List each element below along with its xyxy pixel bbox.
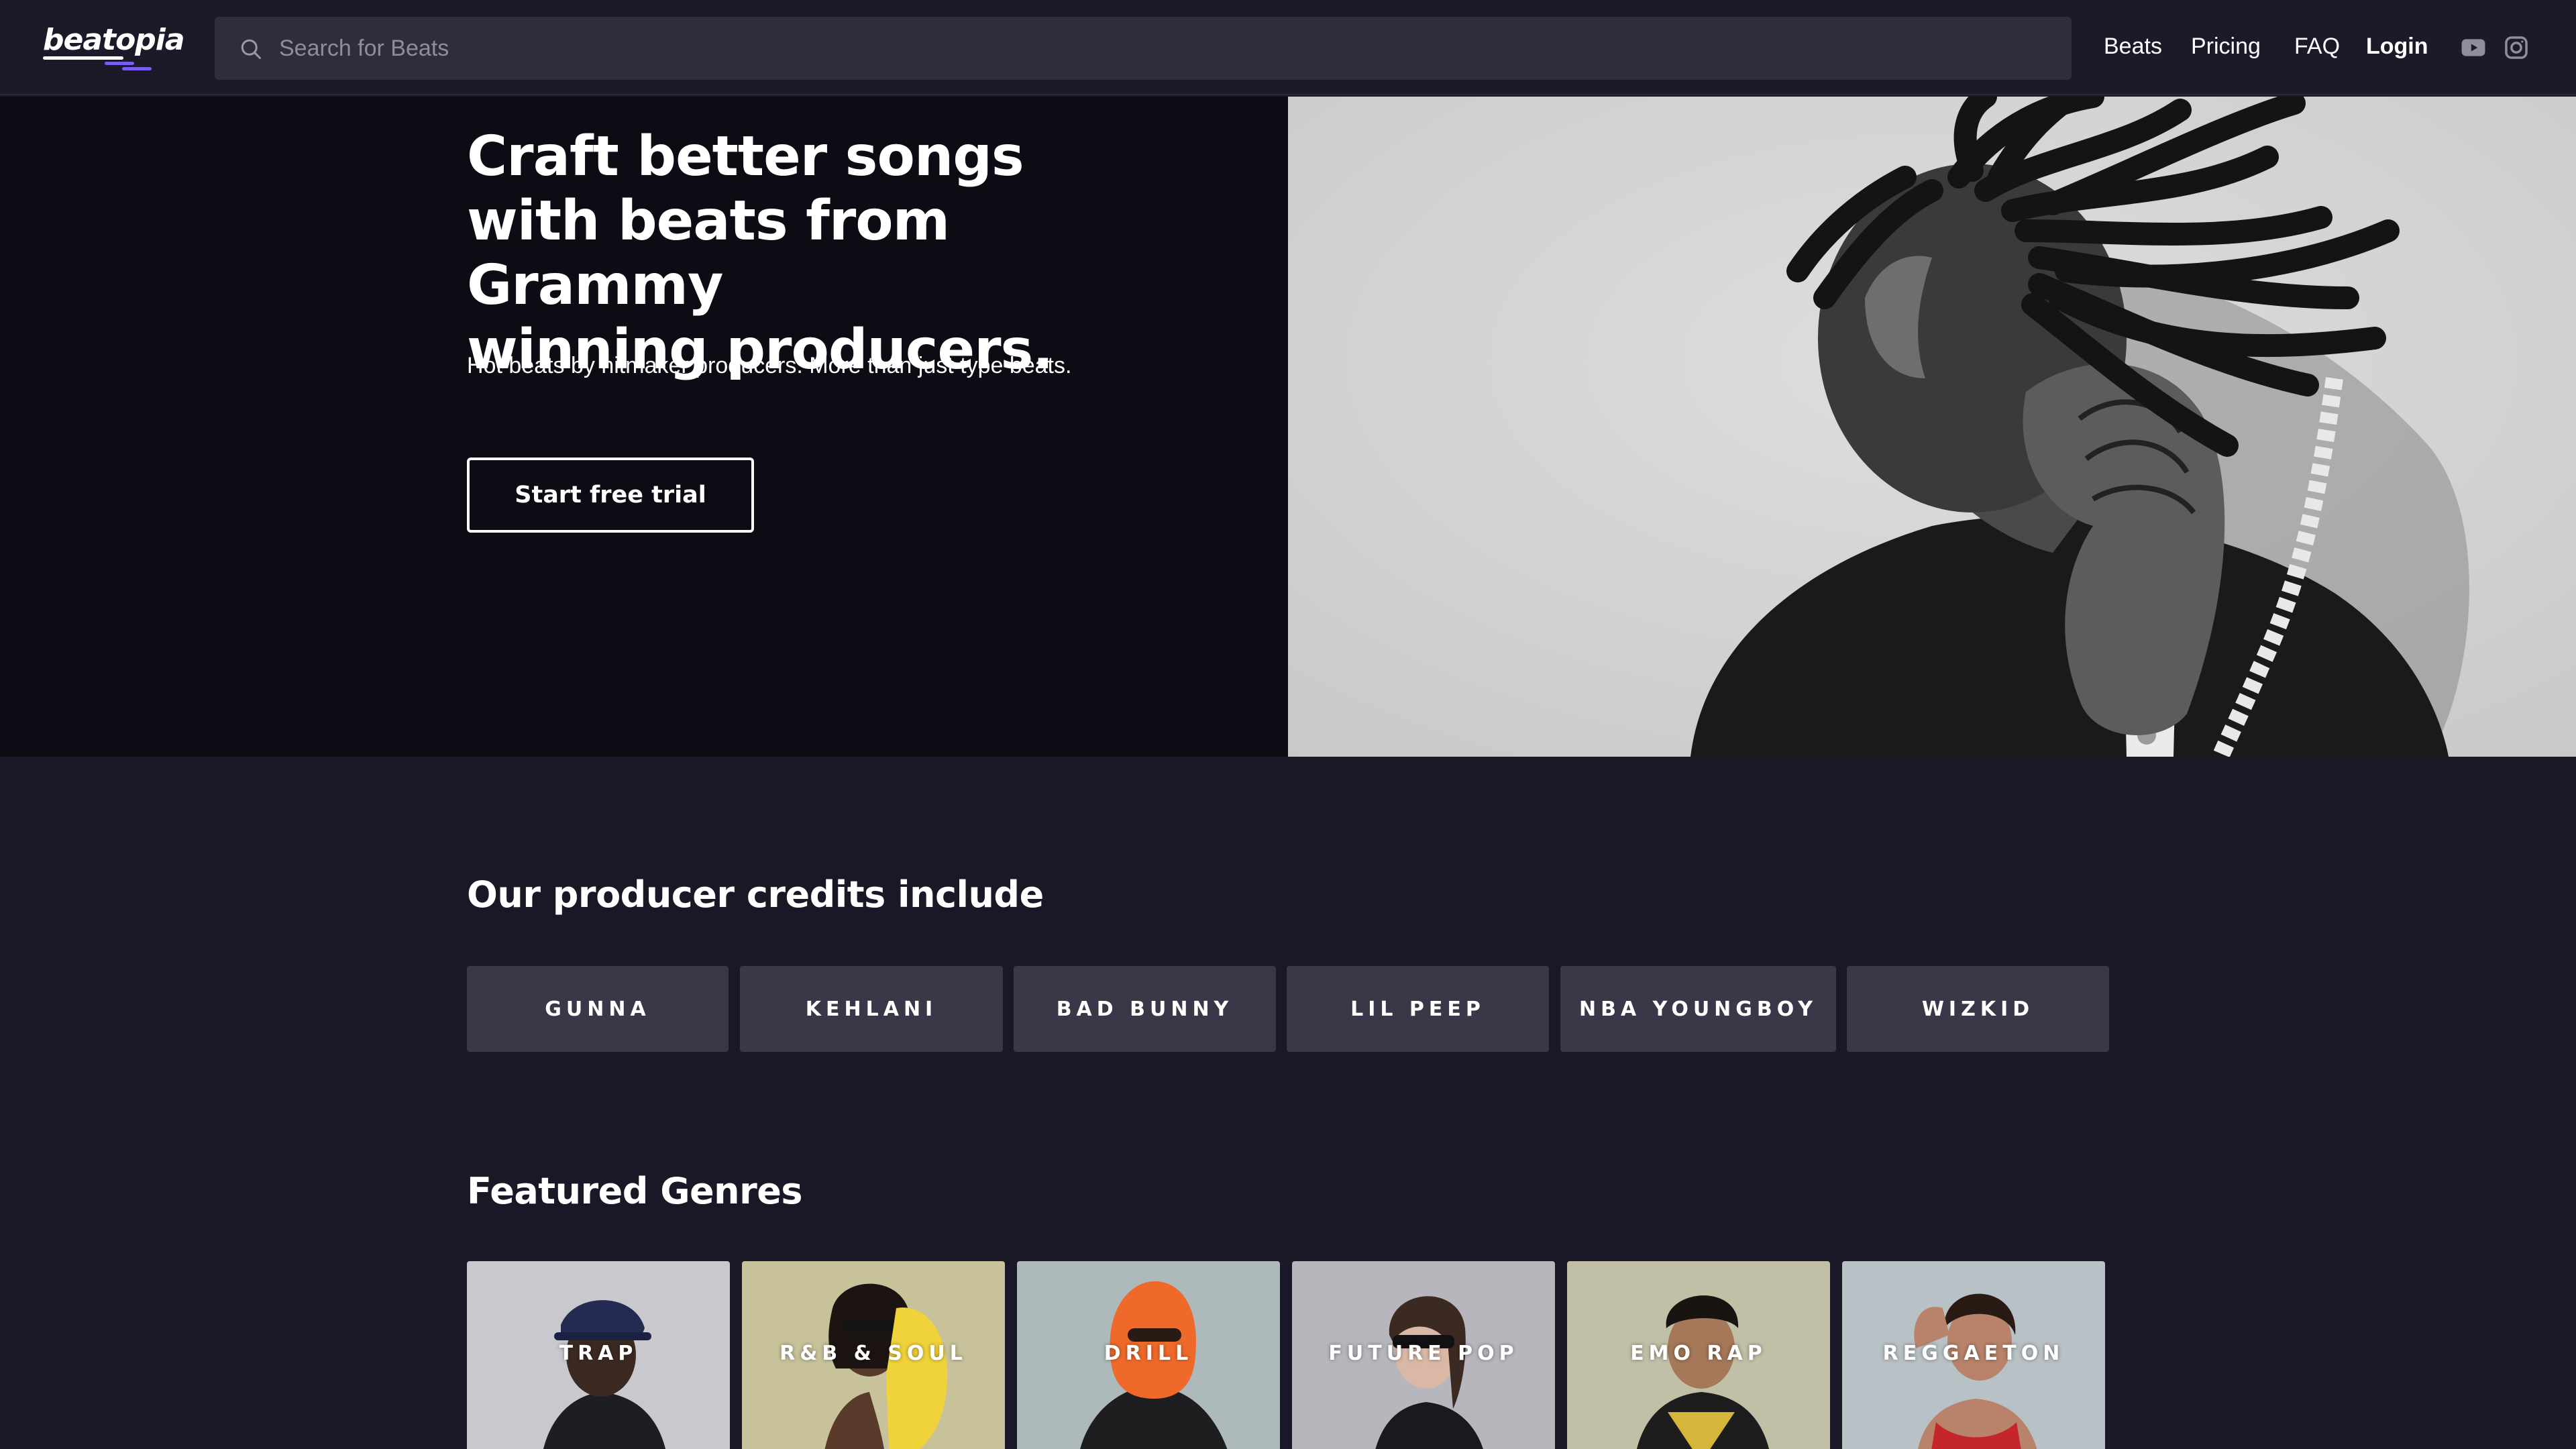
- genre-label: TRAP: [559, 1342, 638, 1365]
- genre-label: DRILL: [1104, 1342, 1193, 1365]
- genre-card-reggaeton[interactable]: REGGAETON: [1842, 1261, 2105, 1449]
- nav-beats-link[interactable]: Beats: [2104, 34, 2162, 60]
- youtube-icon[interactable]: [2461, 35, 2486, 60]
- nav-faq-link[interactable]: FAQ: [2294, 34, 2340, 60]
- nav-login-link[interactable]: Login: [2366, 34, 2428, 60]
- producer-portrait-image: [1288, 97, 2576, 757]
- genre-card-future-pop[interactable]: FUTURE POP: [1292, 1261, 1555, 1449]
- genre-label: R&B & SOUL: [780, 1342, 967, 1365]
- genre-label: REGGAETON: [1882, 1342, 2065, 1365]
- credits-section-title: Our producer credits include: [467, 873, 1044, 916]
- credit-chip[interactable]: LIL PEEP: [1287, 966, 1549, 1052]
- genre-label: FUTURE POP: [1328, 1342, 1519, 1365]
- genre-label: EMO RAP: [1630, 1342, 1767, 1365]
- credit-chip[interactable]: KEHLANI: [740, 966, 1003, 1052]
- top-navigation-bar: beatopia Beats Pricing FAQ Login: [0, 0, 2576, 95]
- credit-chip[interactable]: BAD BUNNY: [1014, 966, 1276, 1052]
- genre-card-trap[interactable]: TRAP: [467, 1261, 730, 1449]
- credit-chip[interactable]: NBA YOUNGBOY: [1560, 966, 1836, 1052]
- logo-accent: [122, 67, 152, 70]
- search-bar[interactable]: [215, 17, 2072, 80]
- genres-section-title: Featured Genres: [467, 1170, 803, 1212]
- logo-underline: [43, 56, 123, 60]
- logo-accent: [105, 62, 134, 65]
- portrait-illustration: [1288, 97, 2576, 757]
- credit-chip[interactable]: WIZKID: [1847, 966, 2109, 1052]
- beatopia-logo[interactable]: beatopia: [43, 23, 185, 70]
- hero-subtitle: Hot beats by hitmaker producers. More th…: [467, 353, 1072, 378]
- search-icon: [241, 39, 261, 59]
- genre-card-drill[interactable]: DRILL: [1017, 1261, 1280, 1449]
- hero-title: Craft better songs with beats from Gramm…: [467, 125, 1054, 382]
- genre-card-emo-rap[interactable]: EMO RAP: [1567, 1261, 1830, 1449]
- nav-pricing-link[interactable]: Pricing: [2191, 34, 2261, 60]
- genre-card-rnb-soul[interactable]: R&B & SOUL: [742, 1261, 1005, 1449]
- logo-wordmark: beatopia: [43, 23, 185, 57]
- credit-chip[interactable]: GUNNA: [467, 966, 729, 1052]
- instagram-icon[interactable]: [2504, 35, 2529, 60]
- start-free-trial-button[interactable]: Start free trial: [467, 458, 754, 533]
- search-input[interactable]: [279, 17, 2023, 80]
